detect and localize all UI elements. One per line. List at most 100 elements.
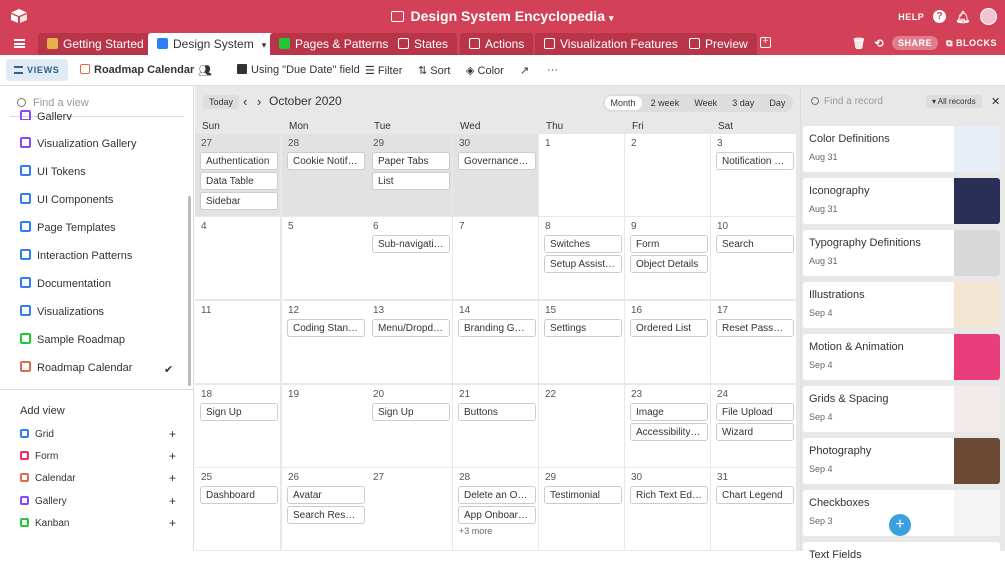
calendar-record[interactable]: Rich Text Editor (630, 486, 708, 504)
prev-month-icon[interactable]: ‹ (243, 94, 247, 109)
calendar-day-cell[interactable]: 14 Branding Guide... (453, 301, 538, 383)
add-grid-view[interactable]: Grid (20, 429, 54, 440)
tab-states[interactable]: States (389, 33, 458, 55)
calendar-record[interactable]: Cookie Notifica... (287, 152, 365, 170)
calendar-record[interactable]: Chart Legend (716, 486, 794, 504)
blocks-button[interactable]: ⧉ BLOCKS (946, 38, 997, 49)
collaborators-icon[interactable]: 👥︎ (198, 64, 212, 77)
add-kanban-view[interactable]: Kanban (20, 518, 69, 529)
sidebar-item-ui-tokens[interactable]: UI Tokens (20, 165, 86, 178)
calendar-day-cell[interactable]: 4 (195, 217, 280, 299)
calendar-record[interactable]: Notification Ce... (716, 152, 794, 170)
calendar-record[interactable]: Accessibility G... (630, 423, 708, 441)
calendar-day-cell[interactable]: 29 Paper Tabs List (367, 134, 452, 216)
tab-design-system[interactable]: Design System ▾ (148, 33, 276, 55)
add-grid-plus-icon[interactable]: + (169, 427, 176, 441)
calendar-day-cell[interactable]: 27 Authentication Data Table Sidebar (195, 134, 280, 216)
history-icon[interactable]: ⟲ (874, 37, 884, 50)
calendar-record[interactable]: Avatar (287, 486, 365, 504)
sidebar-item-interaction-patterns[interactable]: Interaction Patterns (20, 249, 132, 262)
trash-icon[interactable]: 🗑︎ (852, 37, 866, 50)
help-link[interactable]: HELP (898, 12, 924, 22)
calendar-record[interactable]: Dashboard (200, 486, 278, 504)
sidebar-item-roadmap-calendar[interactable]: Roadmap Calendar (20, 361, 132, 374)
calendar-day-cell[interactable]: 30 Governance Pr... (453, 134, 538, 216)
more-options-button[interactable]: ··· (547, 64, 558, 76)
sidebar-scrollbar[interactable] (188, 196, 191, 386)
calendar-day-cell[interactable]: 5 (282, 217, 367, 299)
calendar-day-cell[interactable]: 8 Switches Setup Assistant (539, 217, 624, 299)
calendar-day-cell[interactable]: 20 Sign Up (367, 385, 452, 467)
calendar-record[interactable]: Menu/Dropdown (372, 319, 450, 337)
calendar-record[interactable]: Authentication (200, 152, 278, 170)
share-button[interactable]: SHARE (892, 36, 939, 50)
more-records-link[interactable]: +3 more (459, 526, 492, 536)
sidebar-item-visualization-gallery[interactable]: Visualization Gallery (20, 137, 136, 150)
calendar-record[interactable]: List (372, 172, 450, 190)
record-card[interactable]: Iconography Aug 31 (803, 178, 1000, 224)
sidebar-item-documentation[interactable]: Documentation (20, 277, 111, 290)
calendar-record[interactable]: Sub-navigation... (372, 235, 450, 253)
calendar-day-cell[interactable]: 25 Dashboard (195, 468, 280, 550)
sidebar-item-visualizations[interactable]: Visualizations (20, 305, 104, 318)
tab-pages-patterns[interactable]: Pages & Patterns (270, 33, 398, 55)
add-calendar-view[interactable]: Calendar (20, 473, 76, 484)
calendar-day-cell[interactable]: 30 Rich Text Editor (625, 468, 710, 550)
calendar-record[interactable]: Paper Tabs (372, 152, 450, 170)
calendar-record[interactable]: Data Table (200, 172, 278, 190)
add-calendar-plus-icon[interactable]: + (169, 471, 176, 485)
tab-preview[interactable]: Preview (680, 33, 757, 55)
record-card[interactable]: Text Fields (803, 542, 1000, 588)
find-view-input[interactable]: Find a view (17, 97, 89, 109)
sidebar-item-gallery[interactable]: Gallery (20, 110, 72, 120)
record-card[interactable]: Motion & Animation Sep 4 (803, 334, 1000, 380)
add-record-button[interactable]: + (889, 514, 911, 536)
calendar-record[interactable]: Search (716, 235, 794, 253)
calendar-record[interactable]: Governance Pr... (458, 152, 536, 170)
calendar-day-cell[interactable]: 23 Image Accessibility G... (625, 385, 710, 467)
add-gallery-plus-icon[interactable]: + (169, 494, 176, 508)
calendar-day-cell[interactable]: 10 Search (711, 217, 796, 299)
current-view-name[interactable]: Roadmap Calendar (80, 64, 194, 76)
mode-month[interactable]: Month (604, 96, 642, 110)
mode-3-day[interactable]: 3 day (726, 96, 760, 110)
calendar-record[interactable]: Wizard (716, 423, 794, 441)
share-view-icon[interactable]: ↗ (520, 64, 529, 77)
chevron-down-icon[interactable]: ▾ (262, 40, 267, 50)
calendar-record[interactable]: Sidebar (200, 192, 278, 210)
calendar-day-cell[interactable]: 17 Reset Password (711, 301, 796, 383)
filter-button[interactable]: ☰ Filter (365, 64, 402, 77)
calendar-record[interactable]: Branding Guide... (458, 319, 536, 337)
calendar-day-cell[interactable]: 2 (625, 134, 710, 216)
calendar-record[interactable]: Switches (544, 235, 622, 253)
tab-visualization-features[interactable]: Visualization Features (535, 33, 687, 55)
calendar-day-cell[interactable]: 9 Form Object Details (625, 217, 710, 299)
calendar-record[interactable]: Search Results (287, 506, 365, 524)
calendar-record[interactable]: Image (630, 403, 708, 421)
avatar[interactable] (980, 8, 997, 25)
calendar-day-cell[interactable]: 22 (539, 385, 624, 467)
calendar-record[interactable]: File Upload (716, 403, 794, 421)
sidebar-item-page-templates[interactable]: Page Templates (20, 221, 116, 234)
record-card[interactable]: Grids & Spacing Sep 4 (803, 386, 1000, 432)
add-gallery-view[interactable]: Gallery (20, 496, 67, 507)
calendar-day-cell[interactable]: 29 Testimonial (539, 468, 624, 550)
views-toggle-button[interactable]: VIEWS (6, 59, 68, 81)
today-button[interactable]: Today (203, 95, 240, 109)
sidebar-item-ui-components[interactable]: UI Components (20, 193, 113, 206)
calendar-record[interactable]: Reset Password (716, 319, 794, 337)
calendar-record[interactable]: Setup Assistant (544, 255, 622, 273)
base-title[interactable]: Design System Encyclopedia ▾ (0, 8, 1005, 24)
record-card[interactable]: Photography Sep 4 (803, 438, 1000, 484)
calendar-record[interactable]: App Onboarding (458, 506, 536, 524)
calendar-day-cell[interactable]: 24 File Upload Wizard (711, 385, 796, 467)
calendar-day-cell[interactable]: 15 Settings (539, 301, 624, 383)
close-icon[interactable]: ✕ (991, 95, 1000, 108)
sort-button[interactable]: ⇅ Sort (418, 64, 450, 77)
all-records-dropdown[interactable]: ▾ All records (926, 95, 982, 108)
calendar-day-cell[interactable]: 18 Sign Up (195, 385, 280, 467)
date-field-button[interactable]: Using "Due Date" field (237, 64, 360, 76)
bell-icon[interactable]: 🔔︎ (955, 10, 971, 24)
calendar-day-cell[interactable]: 13 Menu/Dropdown (367, 301, 452, 383)
calendar-day-cell[interactable]: 7 (453, 217, 538, 299)
